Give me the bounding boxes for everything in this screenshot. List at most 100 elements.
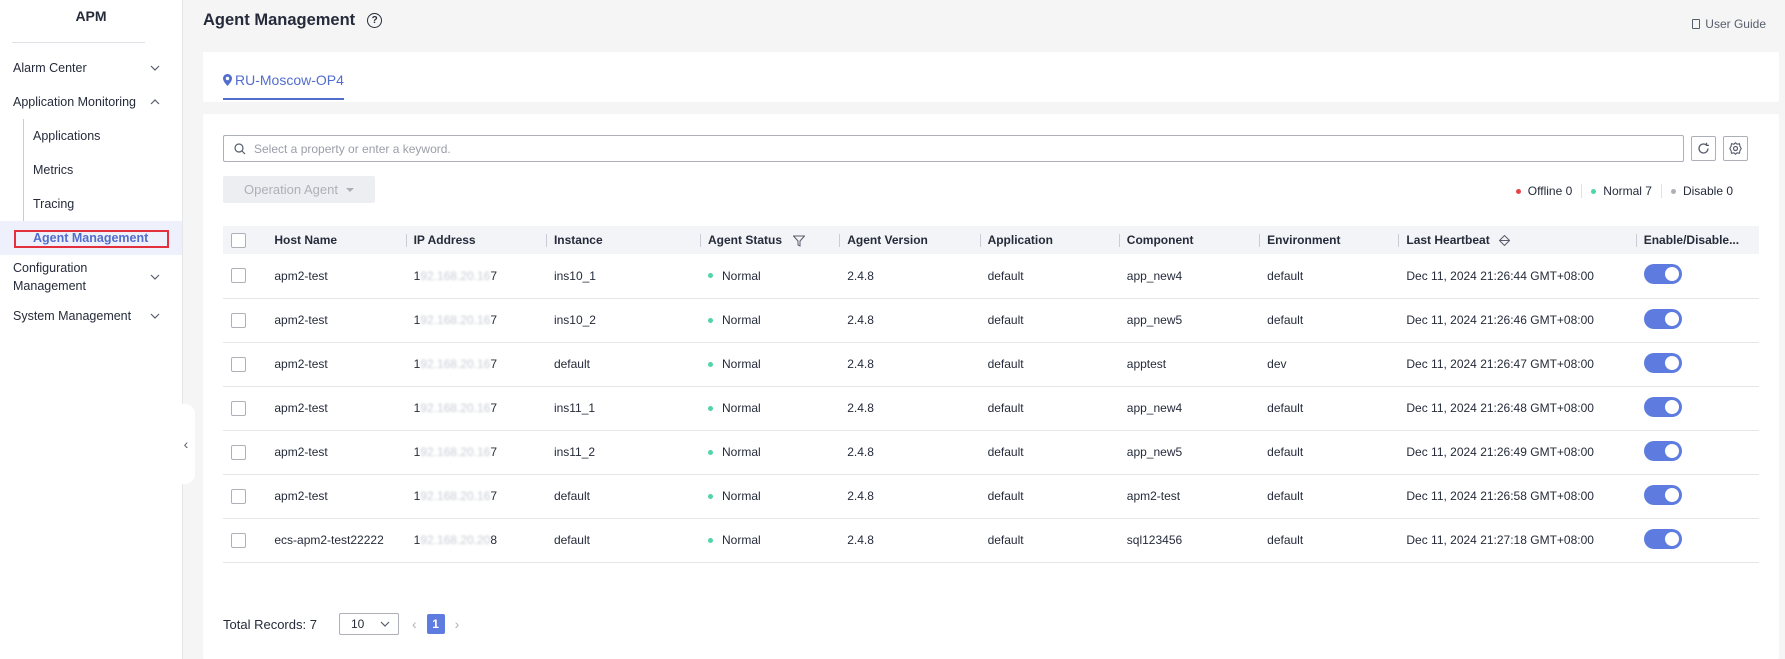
sidebar-item-alarm-center[interactable]: Alarm Center xyxy=(0,51,182,85)
cell-enable-disable xyxy=(1636,430,1759,474)
row-checkbox[interactable] xyxy=(231,268,246,284)
chevron-up-icon xyxy=(150,99,160,105)
cell-agent-version: 2.4.8 xyxy=(847,533,874,547)
table-row: apm2-test 192.168.20.167 ins11_1 Normal 2.4.… xyxy=(223,386,1759,430)
cell-agent-status: Normal xyxy=(700,518,839,562)
cell-environment: default xyxy=(1267,268,1304,283)
status-legend: Offline 0 Normal 7 Disable 0 xyxy=(1507,184,1742,198)
cell-ip-address: 192.168.20.167 xyxy=(406,386,546,430)
sidebar: APM Alarm Center Application Monitoring … xyxy=(0,0,183,659)
cell-enable-disable xyxy=(1636,518,1759,562)
page-size-select[interactable]: 10 xyxy=(338,613,399,635)
region-tabs: RU-Moscow-OP4 xyxy=(203,52,1779,102)
column-header-enable-disable: Enable/Disable... xyxy=(1635,226,1759,254)
row-checkbox[interactable] xyxy=(231,488,246,504)
cell-component: app_new4 xyxy=(1126,268,1183,283)
cell-ip-address: 192.168.20.167 xyxy=(406,342,546,386)
row-checkbox[interactable] xyxy=(231,312,246,328)
column-header-agent-status: Agent Status xyxy=(699,226,839,254)
sidebar-item-metrics[interactable]: Metrics xyxy=(0,153,182,187)
ip-last: 7 xyxy=(490,489,498,503)
row-checkbox[interactable] xyxy=(231,532,246,548)
enable-toggle[interactable] xyxy=(1643,528,1682,549)
operation-agent-label: Operation Agent xyxy=(244,182,338,197)
sidebar-item-agent-management[interactable]: Agent Management xyxy=(0,221,182,255)
row-checkbox[interactable] xyxy=(231,400,246,416)
cell-ip-address: 192.168.20.167 xyxy=(406,254,546,298)
cell-component: apptest xyxy=(1126,357,1167,371)
prev-page-button[interactable]: ‹ xyxy=(412,616,417,632)
cell-agent-version: 2.4.8 xyxy=(847,489,874,503)
location-pin-icon xyxy=(223,74,232,86)
enable-toggle[interactable] xyxy=(1643,440,1682,461)
search-box xyxy=(223,135,1684,162)
sidebar-item-configuration-management[interactable]: Configuration Management xyxy=(0,255,182,299)
cell-last-heartbeat: Dec 11, 2024 21:27:18 GMT+08:00 xyxy=(1406,533,1594,547)
table-row: ecs-apm2-test22222 192.168.20.208 default N… xyxy=(223,518,1759,562)
enable-toggle[interactable] xyxy=(1643,308,1682,329)
cell-ip-address: 192.168.20.167 xyxy=(406,474,546,518)
cell-environment: default xyxy=(1267,533,1304,547)
cell-agent-status: Normal xyxy=(700,430,839,474)
search-input[interactable] xyxy=(254,141,1683,156)
ip-last: 7 xyxy=(490,445,498,459)
status-dot-icon xyxy=(707,537,713,543)
sidebar-item-applications[interactable]: Applications xyxy=(0,119,182,153)
page-number-current[interactable]: 1 xyxy=(426,614,445,634)
cell-component: app_new4 xyxy=(1126,401,1183,415)
column-header-application: Application xyxy=(979,226,1119,254)
cell-host-name: apm2-test xyxy=(274,268,328,283)
table-row: apm2-test 192.168.20.167 default Normal 2.4.… xyxy=(223,342,1759,386)
chevron-down-icon xyxy=(380,621,390,627)
sidebar-item-label: System Management xyxy=(13,309,132,323)
status-dot-icon xyxy=(707,405,713,411)
column-header-component: Component xyxy=(1118,226,1259,254)
select-all-checkbox[interactable] xyxy=(231,232,246,248)
tab-region[interactable]: RU-Moscow-OP4 xyxy=(223,72,344,100)
refresh-button[interactable] xyxy=(1691,136,1716,161)
sidebar-item-application-monitoring[interactable]: Application Monitoring xyxy=(0,85,182,119)
sort-icon[interactable] xyxy=(1499,235,1511,247)
search-icon xyxy=(234,142,246,154)
help-icon[interactable]: ? xyxy=(367,13,383,28)
user-guide-link[interactable]: User Guide xyxy=(1692,17,1766,31)
filter-icon[interactable] xyxy=(793,235,806,247)
cell-environment: default xyxy=(1267,401,1304,415)
cell-agent-version: 2.4.8 xyxy=(847,268,874,283)
column-header-host-name: Host Name xyxy=(274,233,338,247)
ip-masked: 92.168.20.20 xyxy=(420,533,491,547)
cell-host-name: apm2-test xyxy=(274,445,328,459)
legend-offline: Offline 0 xyxy=(1507,184,1581,198)
cell-instance: ins11_1 xyxy=(553,401,596,415)
cell-enable-disable xyxy=(1636,474,1759,518)
enable-toggle[interactable] xyxy=(1643,396,1682,417)
next-page-button[interactable]: › xyxy=(455,616,460,632)
operation-agent-button[interactable]: Operation Agent xyxy=(223,176,375,203)
ip-masked: 92.168.20.16 xyxy=(420,313,491,327)
status-dot-icon xyxy=(707,317,713,323)
enable-toggle[interactable] xyxy=(1643,264,1682,285)
status-label: Normal xyxy=(721,445,761,459)
settings-button[interactable] xyxy=(1723,136,1748,161)
cell-enable-disable xyxy=(1636,386,1759,430)
column-header-last-heartbeat: Last Heartbeat xyxy=(1398,226,1635,254)
cell-ip-address: 192.168.20.167 xyxy=(406,430,546,474)
legend-normal: Normal 7 xyxy=(1581,184,1661,198)
cell-agent-status: Normal xyxy=(700,386,839,430)
sidebar-item-tracing[interactable]: Tracing xyxy=(0,187,182,221)
cell-application: default xyxy=(987,313,1024,327)
sidebar-item-label: Alarm Center xyxy=(13,61,87,75)
chevron-down-icon xyxy=(150,274,160,280)
cell-agent-version: 2.4.8 xyxy=(847,401,874,415)
sidebar-item-system-management[interactable]: System Management xyxy=(0,299,182,333)
row-checkbox[interactable] xyxy=(231,356,246,372)
cell-last-heartbeat: Dec 11, 2024 21:26:48 GMT+08:00 xyxy=(1406,401,1594,415)
row-checkbox[interactable] xyxy=(231,444,246,460)
ip-last: 7 xyxy=(490,357,498,371)
enable-toggle[interactable] xyxy=(1643,484,1682,505)
cell-component: sql123456 xyxy=(1126,533,1183,547)
ip-masked: 92.168.20.16 xyxy=(420,401,491,415)
enable-toggle[interactable] xyxy=(1643,352,1682,373)
row-select-cell xyxy=(223,518,266,562)
sidebar-collapse-button[interactable]: ‹ xyxy=(177,404,195,484)
